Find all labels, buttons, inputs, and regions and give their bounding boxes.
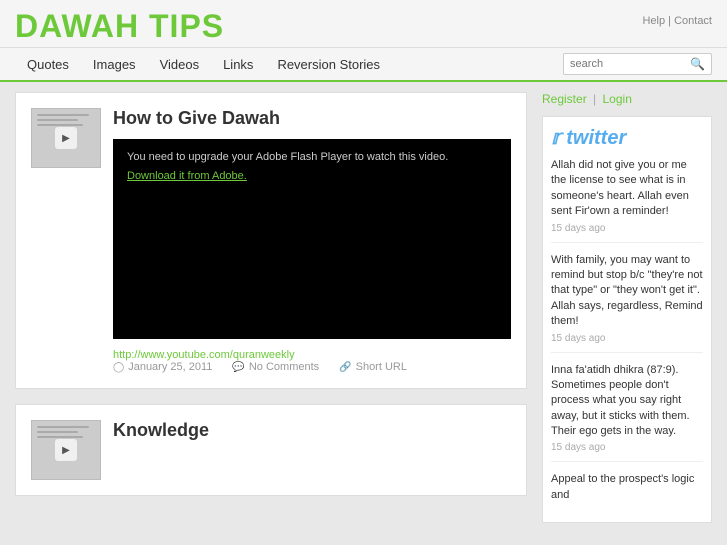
- register-link[interactable]: Register: [542, 92, 587, 106]
- link-icon: 🔗: [339, 362, 351, 373]
- article-card-1: ▶ How to Give Dawah You need to upgrade …: [15, 92, 527, 389]
- tweet-text-1: Allah did not give you or me the license…: [551, 158, 703, 220]
- video-block: You need to upgrade your Adobe Flash Pla…: [113, 139, 511, 339]
- site-logo: DAWAH TIPS: [15, 10, 224, 47]
- header-links: Help | Contact: [642, 10, 712, 27]
- article-url[interactable]: http://www.youtube.com/quranweekly: [113, 349, 295, 361]
- tweet-text-4: Appeal to the prospect's logic and: [551, 472, 703, 503]
- nav-images[interactable]: Images: [81, 49, 148, 80]
- search-box: 🔍: [563, 53, 712, 75]
- tweet-item-2: With family, you may want to remind but …: [551, 253, 703, 353]
- video-download-link[interactable]: Download it from Adobe.: [127, 170, 247, 182]
- video-message: You need to upgrade your Adobe Flash Pla…: [127, 151, 497, 163]
- main-content: ▶ How to Give Dawah You need to upgrade …: [0, 82, 727, 533]
- article-body-1: How to Give Dawah You need to upgrade yo…: [113, 108, 511, 373]
- meta-comments: 💬 No Comments: [232, 361, 319, 373]
- tweet-time-3: 15 days ago: [551, 442, 703, 453]
- login-link[interactable]: Login: [603, 92, 632, 106]
- meta-shorturl: 🔗 Short URL: [339, 361, 407, 373]
- contact-link[interactable]: Contact: [674, 15, 712, 27]
- article-title-2: Knowledge: [113, 420, 511, 441]
- nav-links[interactable]: Links: [211, 49, 265, 80]
- comments-count[interactable]: No Comments: [249, 361, 319, 373]
- meta-date: ◯ January 25, 2011: [113, 361, 212, 373]
- article-thumbnail: ▶: [31, 108, 101, 168]
- twitter-bird-icon: 𝕣: [551, 127, 561, 149]
- tweet-time-2: 15 days ago: [551, 333, 703, 344]
- nav-quotes[interactable]: Quotes: [15, 49, 81, 80]
- article-thumbnail-2: ▶: [31, 420, 101, 480]
- articles-list: ▶ How to Give Dawah You need to upgrade …: [15, 92, 527, 523]
- nav-videos[interactable]: Videos: [148, 49, 212, 80]
- twitter-box: 𝕣 twitter Allah did not give you or me t…: [542, 116, 712, 523]
- search-icon[interactable]: 🔍: [690, 57, 705, 71]
- tweet-text-2: With family, you may want to remind but …: [551, 253, 703, 330]
- search-input[interactable]: [570, 58, 690, 70]
- tweet-time-1: 15 days ago: [551, 223, 703, 234]
- article-date: January 25, 2011: [128, 361, 212, 373]
- nav-reversion-stories[interactable]: Reversion Stories: [265, 49, 392, 80]
- clock-icon: ◯: [113, 362, 124, 373]
- tweet-item-4: Appeal to the prospect's logic and: [551, 472, 703, 514]
- short-url-label[interactable]: Short URL: [356, 361, 407, 373]
- twitter-label: twitter: [566, 127, 626, 149]
- help-link[interactable]: Help: [642, 15, 665, 27]
- main-nav: Quotes Images Videos Links Reversion Sto…: [0, 48, 727, 82]
- page-header: DAWAH TIPS Help | Contact: [0, 0, 727, 48]
- play-button[interactable]: ▶: [55, 127, 77, 149]
- tweet-text-3: Inna fa'atidh dhikra (87:9). Sometimes p…: [551, 363, 703, 440]
- article-meta: ◯ January 25, 2011 💬 No Comments 🔗 Short…: [113, 361, 511, 373]
- comment-icon: 💬: [232, 362, 244, 373]
- article-card-2: ▶ Knowledge: [15, 404, 527, 496]
- sidebar-auth: Register | Login: [542, 92, 712, 106]
- twitter-logo: 𝕣 twitter: [551, 125, 703, 150]
- tweet-item-3: Inna fa'atidh dhikra (87:9). Sometimes p…: [551, 363, 703, 463]
- play-button-2[interactable]: ▶: [55, 439, 77, 461]
- nav-links: Quotes Images Videos Links Reversion Sto…: [15, 49, 392, 80]
- article-body-2: Knowledge: [113, 420, 511, 480]
- tweet-item-1: Allah did not give you or me the license…: [551, 158, 703, 243]
- article-title-1: How to Give Dawah: [113, 108, 511, 129]
- sidebar: Register | Login 𝕣 twitter Allah did not…: [542, 92, 712, 523]
